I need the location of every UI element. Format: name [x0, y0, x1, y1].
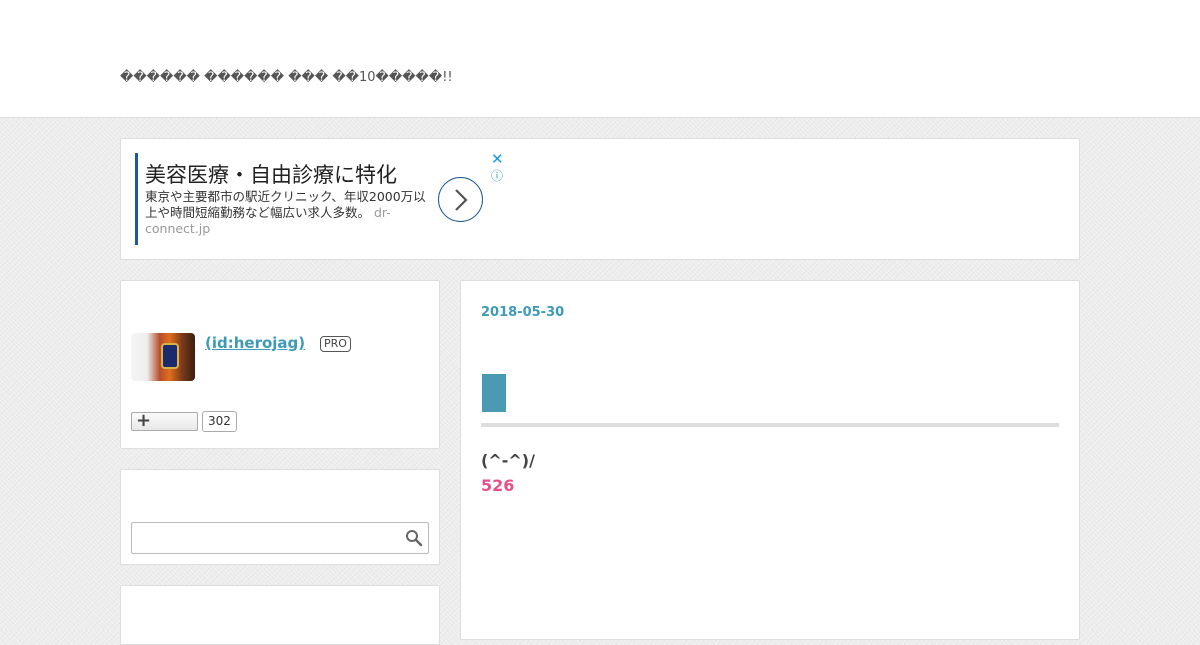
search-input[interactable]: [131, 522, 429, 554]
ad-text[interactable]: 東京や主要都市の駅近クリニック、年収2000万以上や時間短縮勤務など幅広い求人多…: [145, 189, 430, 237]
follower-count: 302: [202, 411, 237, 432]
entry-date-link[interactable]: 2018-05-30: [481, 305, 564, 320]
ad-info-icon[interactable]: ⓘ: [491, 167, 503, 184]
follow-button[interactable]: +: [131, 410, 198, 431]
search-icon[interactable]: [405, 529, 423, 547]
blog-header: ������ ������ ��� ��10�����!!: [0, 0, 1200, 118]
avatar[interactable]: [131, 333, 195, 381]
profile-module: (id:herojag) PRO + 302: [120, 280, 440, 449]
ad-banner[interactable]: 美容医療・自由診療に特化 東京や主要都市の駅近クリニック、年収2000万以上や時…: [120, 138, 1080, 260]
pro-badge: PRO: [320, 336, 351, 352]
entry-number: 526: [481, 476, 515, 495]
sidebar-module: [120, 585, 440, 645]
blog-description: ������ ������ ��� ��10�����!!: [120, 70, 453, 85]
article: 2018-05-30 (^-^)/ 526: [460, 280, 1080, 640]
entry-divider: [481, 423, 1059, 427]
ad-title[interactable]: 美容医療・自由診療に特化: [145, 159, 397, 189]
ad-arrow-button[interactable]: [438, 177, 483, 222]
entry-text: (^-^)/: [481, 451, 535, 470]
ad-close-icon[interactable]: ✕: [491, 150, 504, 168]
entry-title-mark: [482, 374, 506, 412]
avatar-detail: [161, 343, 179, 369]
ad-content[interactable]: 美容医療・自由診療に特化 東京や主要都市の駅近クリニック、年収2000万以上や時…: [135, 153, 493, 245]
profile-name-link[interactable]: (id:herojag): [205, 334, 305, 352]
plus-icon: +: [136, 410, 152, 431]
search-module: [120, 469, 440, 565]
chevron-right-icon: [454, 188, 468, 211]
